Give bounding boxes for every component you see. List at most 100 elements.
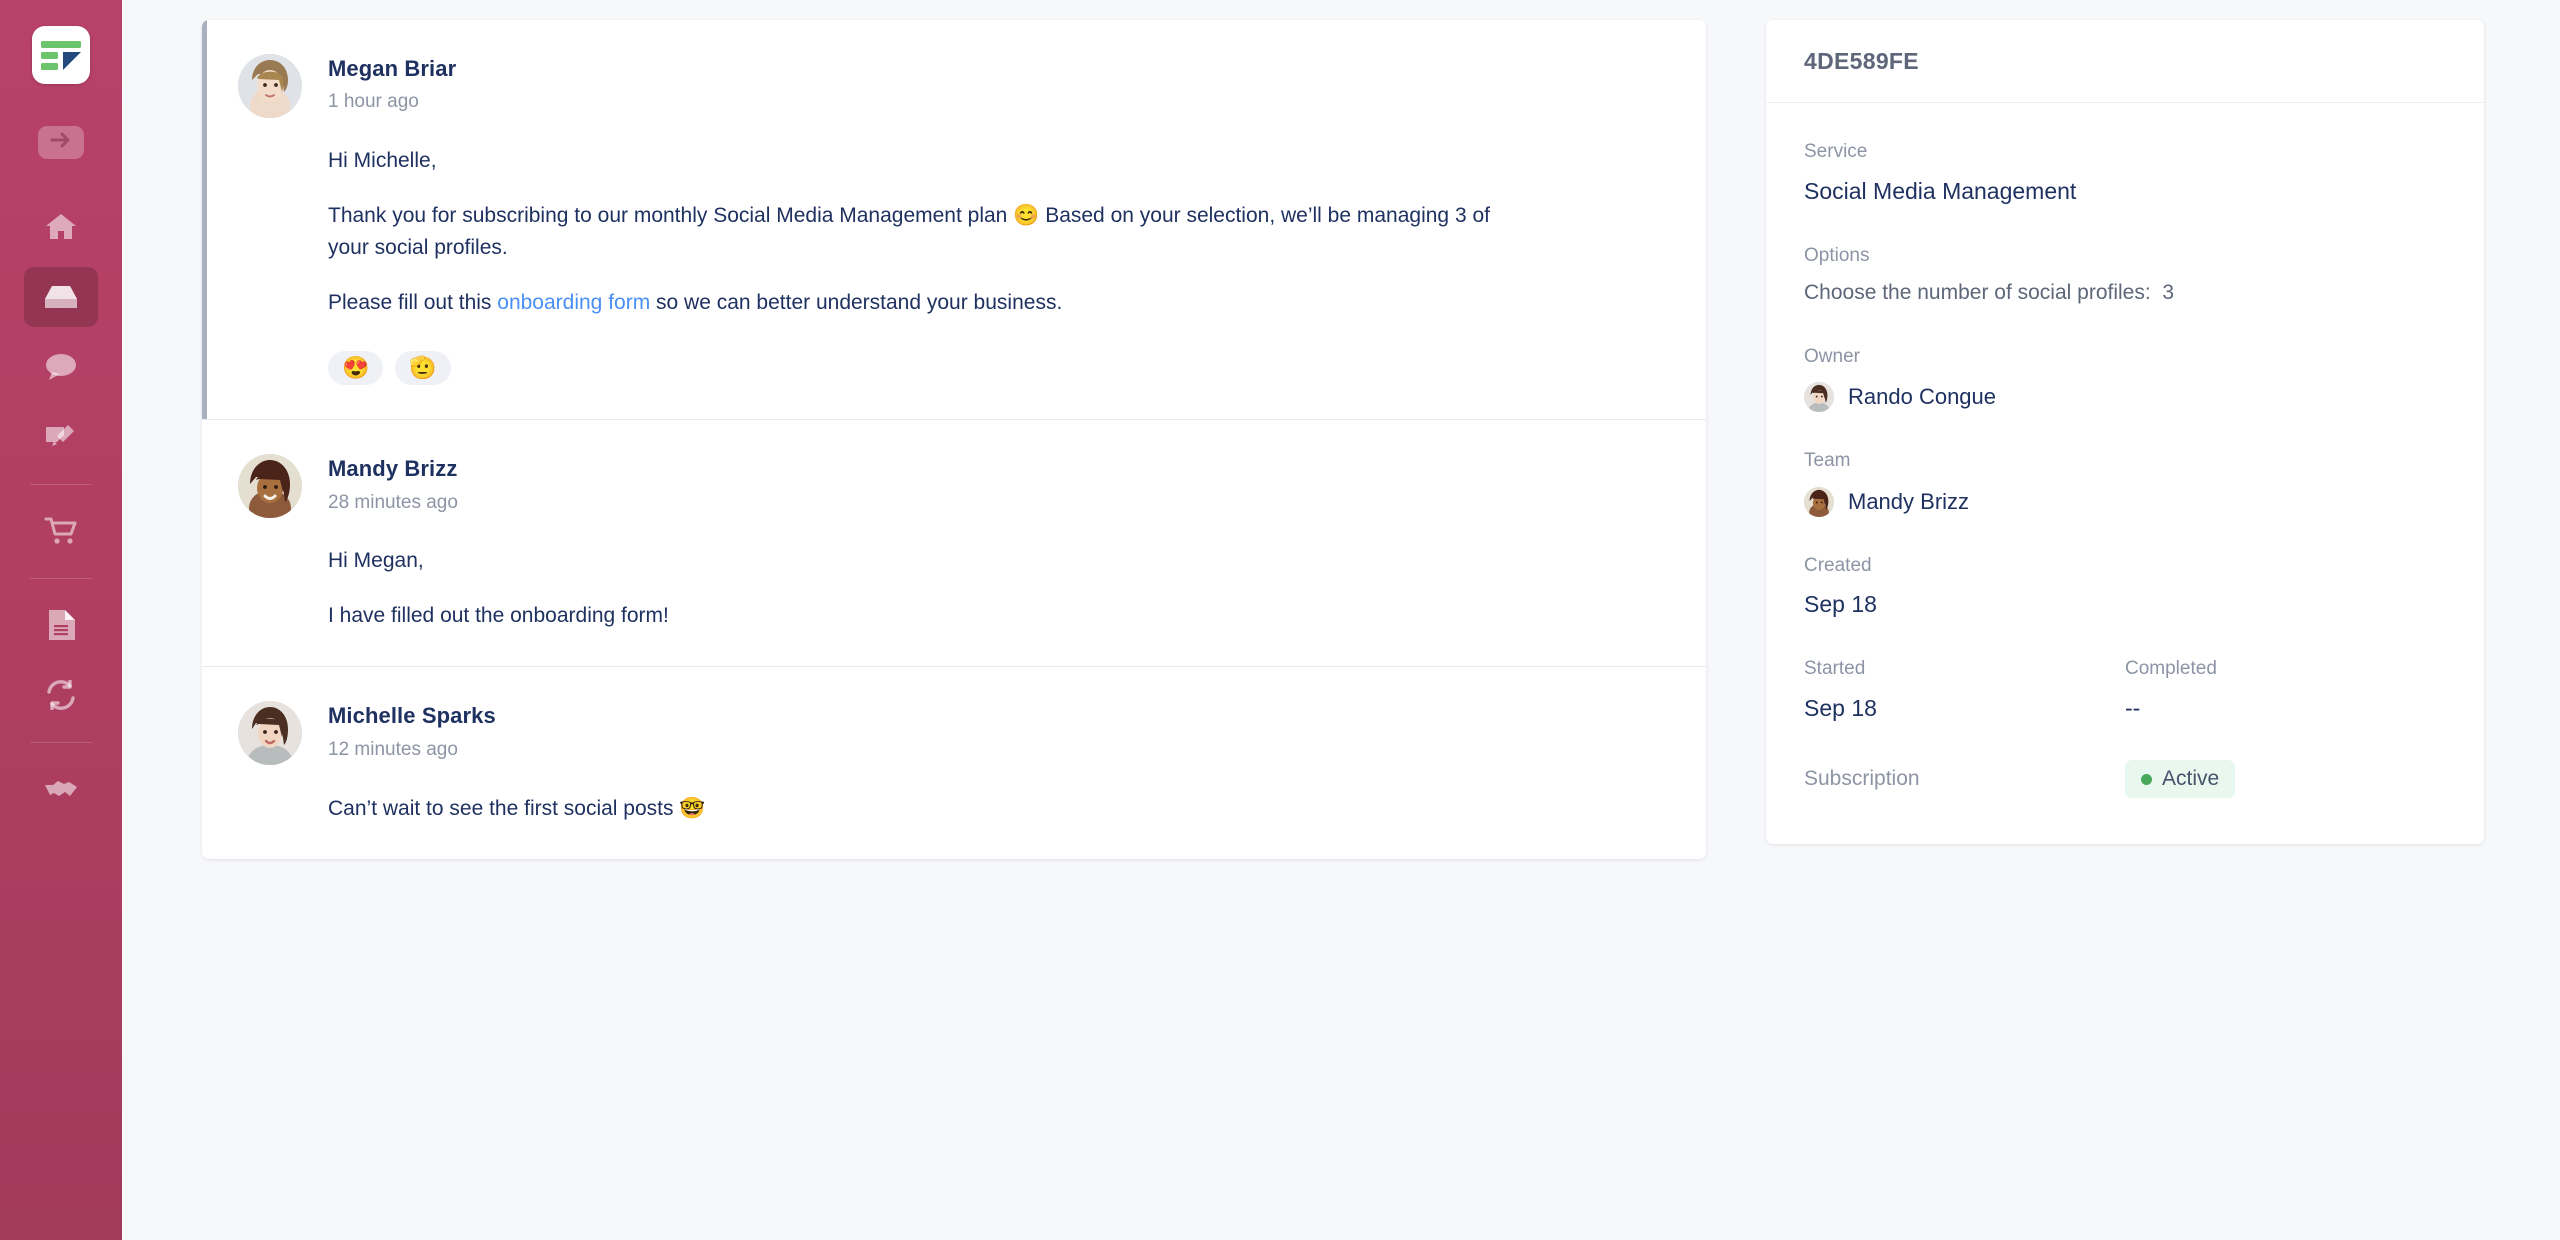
sidebar-item-home[interactable] bbox=[24, 197, 98, 257]
message-body: Michelle Sparks 12 minutes ago Can’t wai… bbox=[328, 701, 1670, 825]
logo-triangle bbox=[63, 51, 81, 70]
sidebar-item-subscriptions[interactable] bbox=[24, 665, 98, 725]
sidebar-divider bbox=[30, 484, 92, 485]
message-body: Mandy Brizz 28 minutes ago Hi Megan, I h… bbox=[328, 454, 1670, 632]
options-value: Choose the number of social profiles: 3 bbox=[1804, 279, 2446, 307]
team-label: Team bbox=[1804, 450, 1851, 472]
team-field: Team Mandy Brizz bbox=[1804, 448, 2446, 517]
signature-icon bbox=[44, 423, 78, 451]
app-logo[interactable] bbox=[32, 26, 90, 84]
message-author: Megan Briar bbox=[328, 56, 457, 81]
sidebar-item-forms[interactable] bbox=[24, 407, 98, 467]
completed-value: -- bbox=[2125, 695, 2141, 721]
message-text: Hi Megan, I have filled out the onboardi… bbox=[328, 545, 1670, 632]
shopping-cart-icon bbox=[44, 516, 78, 546]
sidebar-item-messages[interactable] bbox=[24, 337, 98, 397]
message-paragraph: Please fill out this onboarding form so … bbox=[328, 287, 1508, 320]
sidebar-item-documents[interactable] bbox=[24, 595, 98, 655]
app-root: Megan Briar 1 hour ago Hi Michelle, Than… bbox=[0, 0, 2560, 1240]
paragraph-suffix: so we can better understand your busines… bbox=[650, 290, 1063, 314]
owner-person[interactable]: Rando Congue bbox=[1804, 382, 2446, 413]
created-field: Created Sep 18 bbox=[1804, 553, 2446, 621]
message-paragraph: Thank you for subscribing to our monthly… bbox=[328, 200, 1508, 265]
message-item: Mandy Brizz 28 minutes ago Hi Megan, I h… bbox=[202, 419, 1706, 666]
message-item: Megan Briar 1 hour ago Hi Michelle, Than… bbox=[202, 20, 1706, 420]
sidebar-divider bbox=[30, 742, 92, 743]
megan-briar-avatar bbox=[238, 54, 302, 118]
message-thread: Megan Briar 1 hour ago Hi Michelle, Than… bbox=[202, 20, 1706, 860]
paragraph-prefix: Can’t wait to see the first social posts bbox=[328, 796, 680, 820]
arrow-right-icon bbox=[50, 132, 72, 153]
team-avatar bbox=[1804, 486, 1834, 517]
message-item: Michelle Sparks 12 minutes ago Can’t wai… bbox=[202, 666, 1706, 859]
status-dot-icon bbox=[2141, 773, 2152, 785]
message-text: Hi Michelle, Thank you for subscribing t… bbox=[328, 145, 1670, 319]
service-field: Service Social Media Management bbox=[1804, 139, 2446, 207]
subscription-field: Subscription Active bbox=[1804, 760, 2446, 799]
team-name: Mandy Brizz bbox=[1848, 488, 1970, 514]
subscription-label: Subscription bbox=[1804, 767, 1920, 791]
message-paragraph: Hi Michelle, bbox=[328, 149, 437, 173]
main-content: Megan Briar 1 hour ago Hi Michelle, Than… bbox=[122, 0, 2560, 1240]
document-icon bbox=[47, 609, 75, 641]
completed-field: Completed -- bbox=[2125, 656, 2446, 724]
message-author: Mandy Brizz bbox=[328, 456, 458, 482]
logo-bar-top bbox=[41, 40, 81, 48]
team-person[interactable]: Mandy Brizz bbox=[1804, 486, 2446, 517]
collapse-toggle[interactable] bbox=[38, 126, 84, 159]
sync-icon bbox=[44, 680, 78, 710]
created-value: Sep 18 bbox=[1804, 591, 1877, 618]
details-panel: 4DE589FE Service Social Media Management… bbox=[1766, 20, 2484, 845]
started-value: Sep 18 bbox=[1804, 695, 1877, 721]
dates-row: Started Sep 18 Completed -- bbox=[1804, 656, 2446, 724]
message-timestamp: 1 hour ago bbox=[328, 91, 419, 113]
reaction-list: 😍 🫡 bbox=[328, 351, 1670, 386]
options-text: Choose the number of social profiles: bbox=[1804, 281, 2151, 305]
primary-sidebar bbox=[0, 0, 122, 1240]
created-label: Created bbox=[1804, 554, 1872, 576]
options-number: 3 bbox=[2162, 281, 2175, 305]
options-field: Options Choose the number of social prof… bbox=[1804, 243, 2446, 308]
sidebar-item-inbox[interactable] bbox=[24, 267, 98, 327]
owner-field: Owner Rando Congue bbox=[1804, 344, 2446, 413]
nerd-face-emoji: 🤓 bbox=[679, 796, 706, 820]
status-text: Active bbox=[2162, 767, 2220, 791]
order-id: 4DE589FE bbox=[1804, 48, 1919, 74]
reaction-heart-eyes[interactable]: 😍 bbox=[328, 351, 384, 386]
options-label: Options bbox=[1804, 244, 1870, 266]
smiling-face-emoji: 😊 bbox=[1013, 203, 1040, 227]
message-paragraph: Can’t wait to see the first social posts… bbox=[328, 793, 1508, 826]
message-timestamp: 28 minutes ago bbox=[328, 491, 458, 513]
sidebar-item-partners[interactable] bbox=[24, 759, 98, 819]
michelle-sparks-avatar bbox=[238, 701, 302, 766]
onboarding-form-link[interactable]: onboarding form bbox=[497, 291, 650, 314]
paragraph-prefix: Thank you for subscribing to our monthly… bbox=[328, 203, 1014, 227]
message-author: Michelle Sparks bbox=[328, 703, 496, 729]
started-label: Started bbox=[1804, 658, 1866, 680]
status-badge: Active bbox=[2125, 760, 2236, 799]
service-value: Social Media Management bbox=[1804, 177, 2077, 204]
owner-avatar bbox=[1804, 382, 1834, 413]
started-field: Started Sep 18 bbox=[1804, 656, 2125, 724]
message-paragraph: Hi Megan, bbox=[328, 549, 424, 573]
handshake-icon bbox=[43, 777, 79, 801]
chat-bubble-icon bbox=[44, 353, 78, 381]
mandy-brizz-avatar bbox=[238, 454, 302, 519]
paragraph-prefix: Please fill out this bbox=[328, 290, 498, 314]
message-text: Can’t wait to see the first social posts… bbox=[328, 793, 1670, 826]
logo-bars bbox=[41, 51, 58, 70]
message-body: Megan Briar 1 hour ago Hi Michelle, Than… bbox=[328, 54, 1670, 386]
logo-mid-group bbox=[41, 51, 81, 70]
message-timestamp: 12 minutes ago bbox=[328, 738, 458, 760]
logo-mark bbox=[41, 40, 81, 70]
sidebar-item-orders[interactable] bbox=[24, 501, 98, 561]
message-paragraph: I have filled out the onboarding form! bbox=[328, 603, 669, 627]
owner-label: Owner bbox=[1804, 345, 1860, 367]
panel-body: Service Social Media Management Options … bbox=[1766, 103, 2484, 844]
reaction-saluting-face[interactable]: 🫡 bbox=[395, 351, 451, 386]
inbox-icon bbox=[43, 283, 79, 311]
panel-header: 4DE589FE bbox=[1766, 20, 2484, 103]
service-label: Service bbox=[1804, 141, 1868, 162]
sidebar-divider bbox=[30, 578, 92, 579]
home-icon bbox=[44, 212, 78, 242]
